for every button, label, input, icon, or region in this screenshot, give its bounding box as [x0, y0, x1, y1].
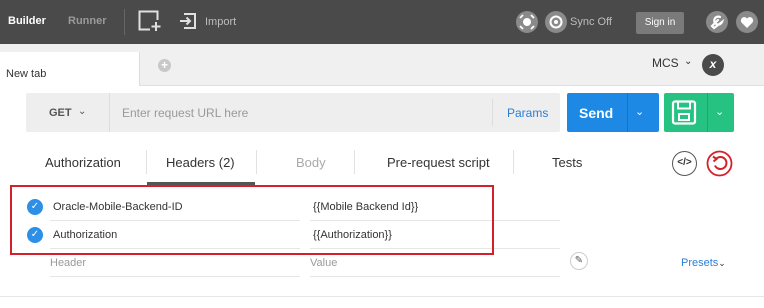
- sync-icon[interactable]: [545, 11, 567, 33]
- divider: [707, 93, 708, 132]
- divider: [256, 150, 257, 174]
- divider: [627, 93, 628, 132]
- wrench-icon[interactable]: [706, 11, 728, 33]
- sign-in-button[interactable]: Sign in: [636, 12, 684, 34]
- tab-label: New tab: [6, 68, 47, 80]
- tab-body[interactable]: Body: [296, 155, 326, 170]
- params-button[interactable]: Params: [507, 106, 548, 120]
- divider: [310, 276, 560, 277]
- tab-bar: New tab + MCS ⌄ x: [0, 44, 764, 86]
- tab-headers[interactable]: Headers (2): [166, 155, 235, 170]
- environment-quick-look-icon[interactable]: x: [702, 54, 724, 76]
- send-options-chevron-icon[interactable]: ⌄: [635, 105, 644, 118]
- import-icon[interactable]: [178, 11, 198, 31]
- divider: [513, 150, 514, 174]
- code-icon[interactable]: </>: [672, 151, 697, 176]
- header-key-input[interactable]: [50, 255, 290, 271]
- tab-tests[interactable]: Tests: [552, 155, 582, 170]
- divider: [50, 276, 300, 277]
- heart-icon[interactable]: [736, 11, 758, 33]
- top-toolbar: Builder Runner Import Sync Off Sign in: [0, 0, 764, 44]
- builder-mode-tab[interactable]: Builder: [8, 15, 46, 27]
- divider: [146, 150, 147, 174]
- bulk-edit-icon[interactable]: ✎: [570, 252, 588, 270]
- satellite-icon[interactable]: [516, 11, 538, 33]
- url-input[interactable]: [114, 99, 484, 126]
- method-dropdown[interactable]: GET ⌄: [26, 93, 110, 132]
- save-options-chevron-icon[interactable]: ⌄: [715, 105, 724, 118]
- new-window-icon[interactable]: [138, 10, 162, 32]
- toolbar-divider: [124, 9, 125, 35]
- presets-dropdown[interactable]: Presets⌄: [681, 257, 726, 269]
- send-label: Send: [579, 105, 614, 121]
- sync-status[interactable]: Sync Off: [570, 16, 612, 28]
- save-icon: [671, 100, 697, 125]
- chevron-down-icon[interactable]: ⌄: [684, 56, 692, 67]
- divider: [354, 150, 355, 174]
- tab-authorization[interactable]: Authorization: [45, 155, 121, 170]
- reset-icon[interactable]: [706, 150, 733, 177]
- add-tab-icon[interactable]: +: [158, 59, 171, 72]
- request-subtabs: Authorization Headers (2) Body Pre-reque…: [0, 140, 764, 185]
- highlight-box: [10, 185, 494, 255]
- save-button[interactable]: ⌄: [664, 93, 734, 132]
- tab-new[interactable]: New tab: [0, 52, 140, 86]
- chevron-down-icon: ⌄: [718, 258, 726, 268]
- tab-pre-request-script[interactable]: Pre-request script: [387, 155, 490, 170]
- request-url-bar: GET ⌄ Params: [26, 93, 560, 132]
- runner-mode-tab[interactable]: Runner: [68, 15, 107, 27]
- presets-label: Presets: [681, 257, 719, 269]
- divider: [0, 296, 764, 297]
- chevron-down-icon: ⌄: [78, 106, 87, 117]
- environment-selector[interactable]: MCS: [652, 56, 679, 70]
- import-button[interactable]: Import: [205, 16, 236, 28]
- header-value-input[interactable]: [310, 255, 550, 271]
- send-button[interactable]: Send ⌄: [567, 93, 659, 132]
- divider: [492, 99, 493, 126]
- method-label: GET: [49, 107, 72, 119]
